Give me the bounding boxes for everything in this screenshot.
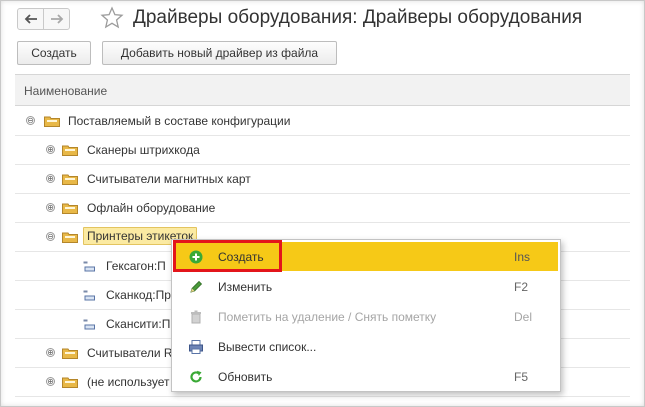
menu-item-shortcut: F5 [514, 370, 529, 384]
menu-item-mark-deletion[interactable]: Пометить на удаление / Снять пометку Del [174, 302, 558, 331]
folder-icon [62, 203, 78, 214]
column-header-label: Наименование [24, 84, 108, 98]
arrow-left-icon [24, 14, 37, 24]
row-label: Считыватели магнитных карт [87, 172, 251, 186]
star-icon[interactable] [100, 6, 124, 30]
table-row-group[interactable]: ⊕ Считыватели магнитных карт [15, 165, 630, 194]
expand-icon[interactable]: ⊕ [46, 377, 55, 386]
callout-highlight-box [173, 240, 282, 272]
row-label: (не использует [87, 375, 170, 389]
expand-icon[interactable]: ⊕ [46, 145, 55, 154]
row-label: Поставляемый в составе конфигурации [68, 114, 291, 128]
page-title: Драйверы оборудования: Драйверы оборудов… [133, 7, 583, 28]
table-row-group[interactable]: ⊕ Офлайн оборудование [15, 194, 630, 223]
driver-item-icon [83, 319, 95, 330]
create-button[interactable]: Создать [17, 41, 91, 65]
folder-icon [62, 348, 78, 359]
menu-item-output-list[interactable]: Вывести список... [174, 332, 558, 361]
menu-item-shortcut: Del [514, 310, 533, 324]
row-label: Считыватели R [87, 346, 173, 360]
row-label: Гексагон:П [106, 259, 166, 273]
column-header-name[interactable]: Наименование [15, 75, 630, 106]
folder-icon [62, 232, 78, 243]
collapse-icon[interactable]: ⊖ [26, 116, 35, 125]
expand-icon[interactable]: ⊕ [46, 174, 55, 183]
table-row-group[interactable]: ⊕ Сканеры штрихкода [15, 136, 630, 165]
folder-icon [62, 174, 78, 185]
collapse-icon[interactable]: ⊖ [46, 232, 55, 241]
folder-icon [62, 145, 78, 156]
print-list-icon [189, 340, 203, 354]
row-label: Сканкод:Пр [106, 288, 171, 302]
trash-icon [191, 310, 201, 324]
menu-item-shortcut: Ins [514, 250, 531, 264]
refresh-icon [190, 370, 202, 383]
add-driver-from-file-button[interactable]: Добавить новый драйвер из файла [102, 41, 337, 65]
pencil-icon [190, 280, 203, 293]
menu-item-shortcut: F2 [514, 280, 529, 294]
folder-icon [44, 116, 60, 127]
menu-item-label: Пометить на удаление / Снять пометку [218, 310, 437, 324]
table-row-group-config[interactable]: ⊖ Поставляемый в составе конфигурации [15, 107, 630, 136]
forward-button[interactable] [43, 8, 70, 30]
menu-item-edit[interactable]: Изменить F2 [174, 272, 558, 301]
back-button[interactable] [17, 8, 44, 30]
menu-item-label: Изменить [218, 280, 273, 294]
menu-item-label: Вывести список... [218, 340, 317, 354]
driver-item-icon [83, 290, 95, 301]
arrow-right-icon [50, 14, 63, 24]
expand-icon[interactable]: ⊕ [46, 203, 55, 212]
expand-icon[interactable]: ⊕ [46, 348, 55, 357]
row-label: Офлайн оборудование [87, 201, 216, 215]
driver-item-icon [83, 261, 95, 272]
menu-item-refresh[interactable]: Обновить F5 [174, 362, 558, 391]
row-label: Скансити:П [106, 317, 171, 331]
folder-icon [62, 377, 78, 388]
row-label: Сканеры штрихкода [87, 143, 200, 157]
menu-item-label: Обновить [218, 370, 273, 384]
